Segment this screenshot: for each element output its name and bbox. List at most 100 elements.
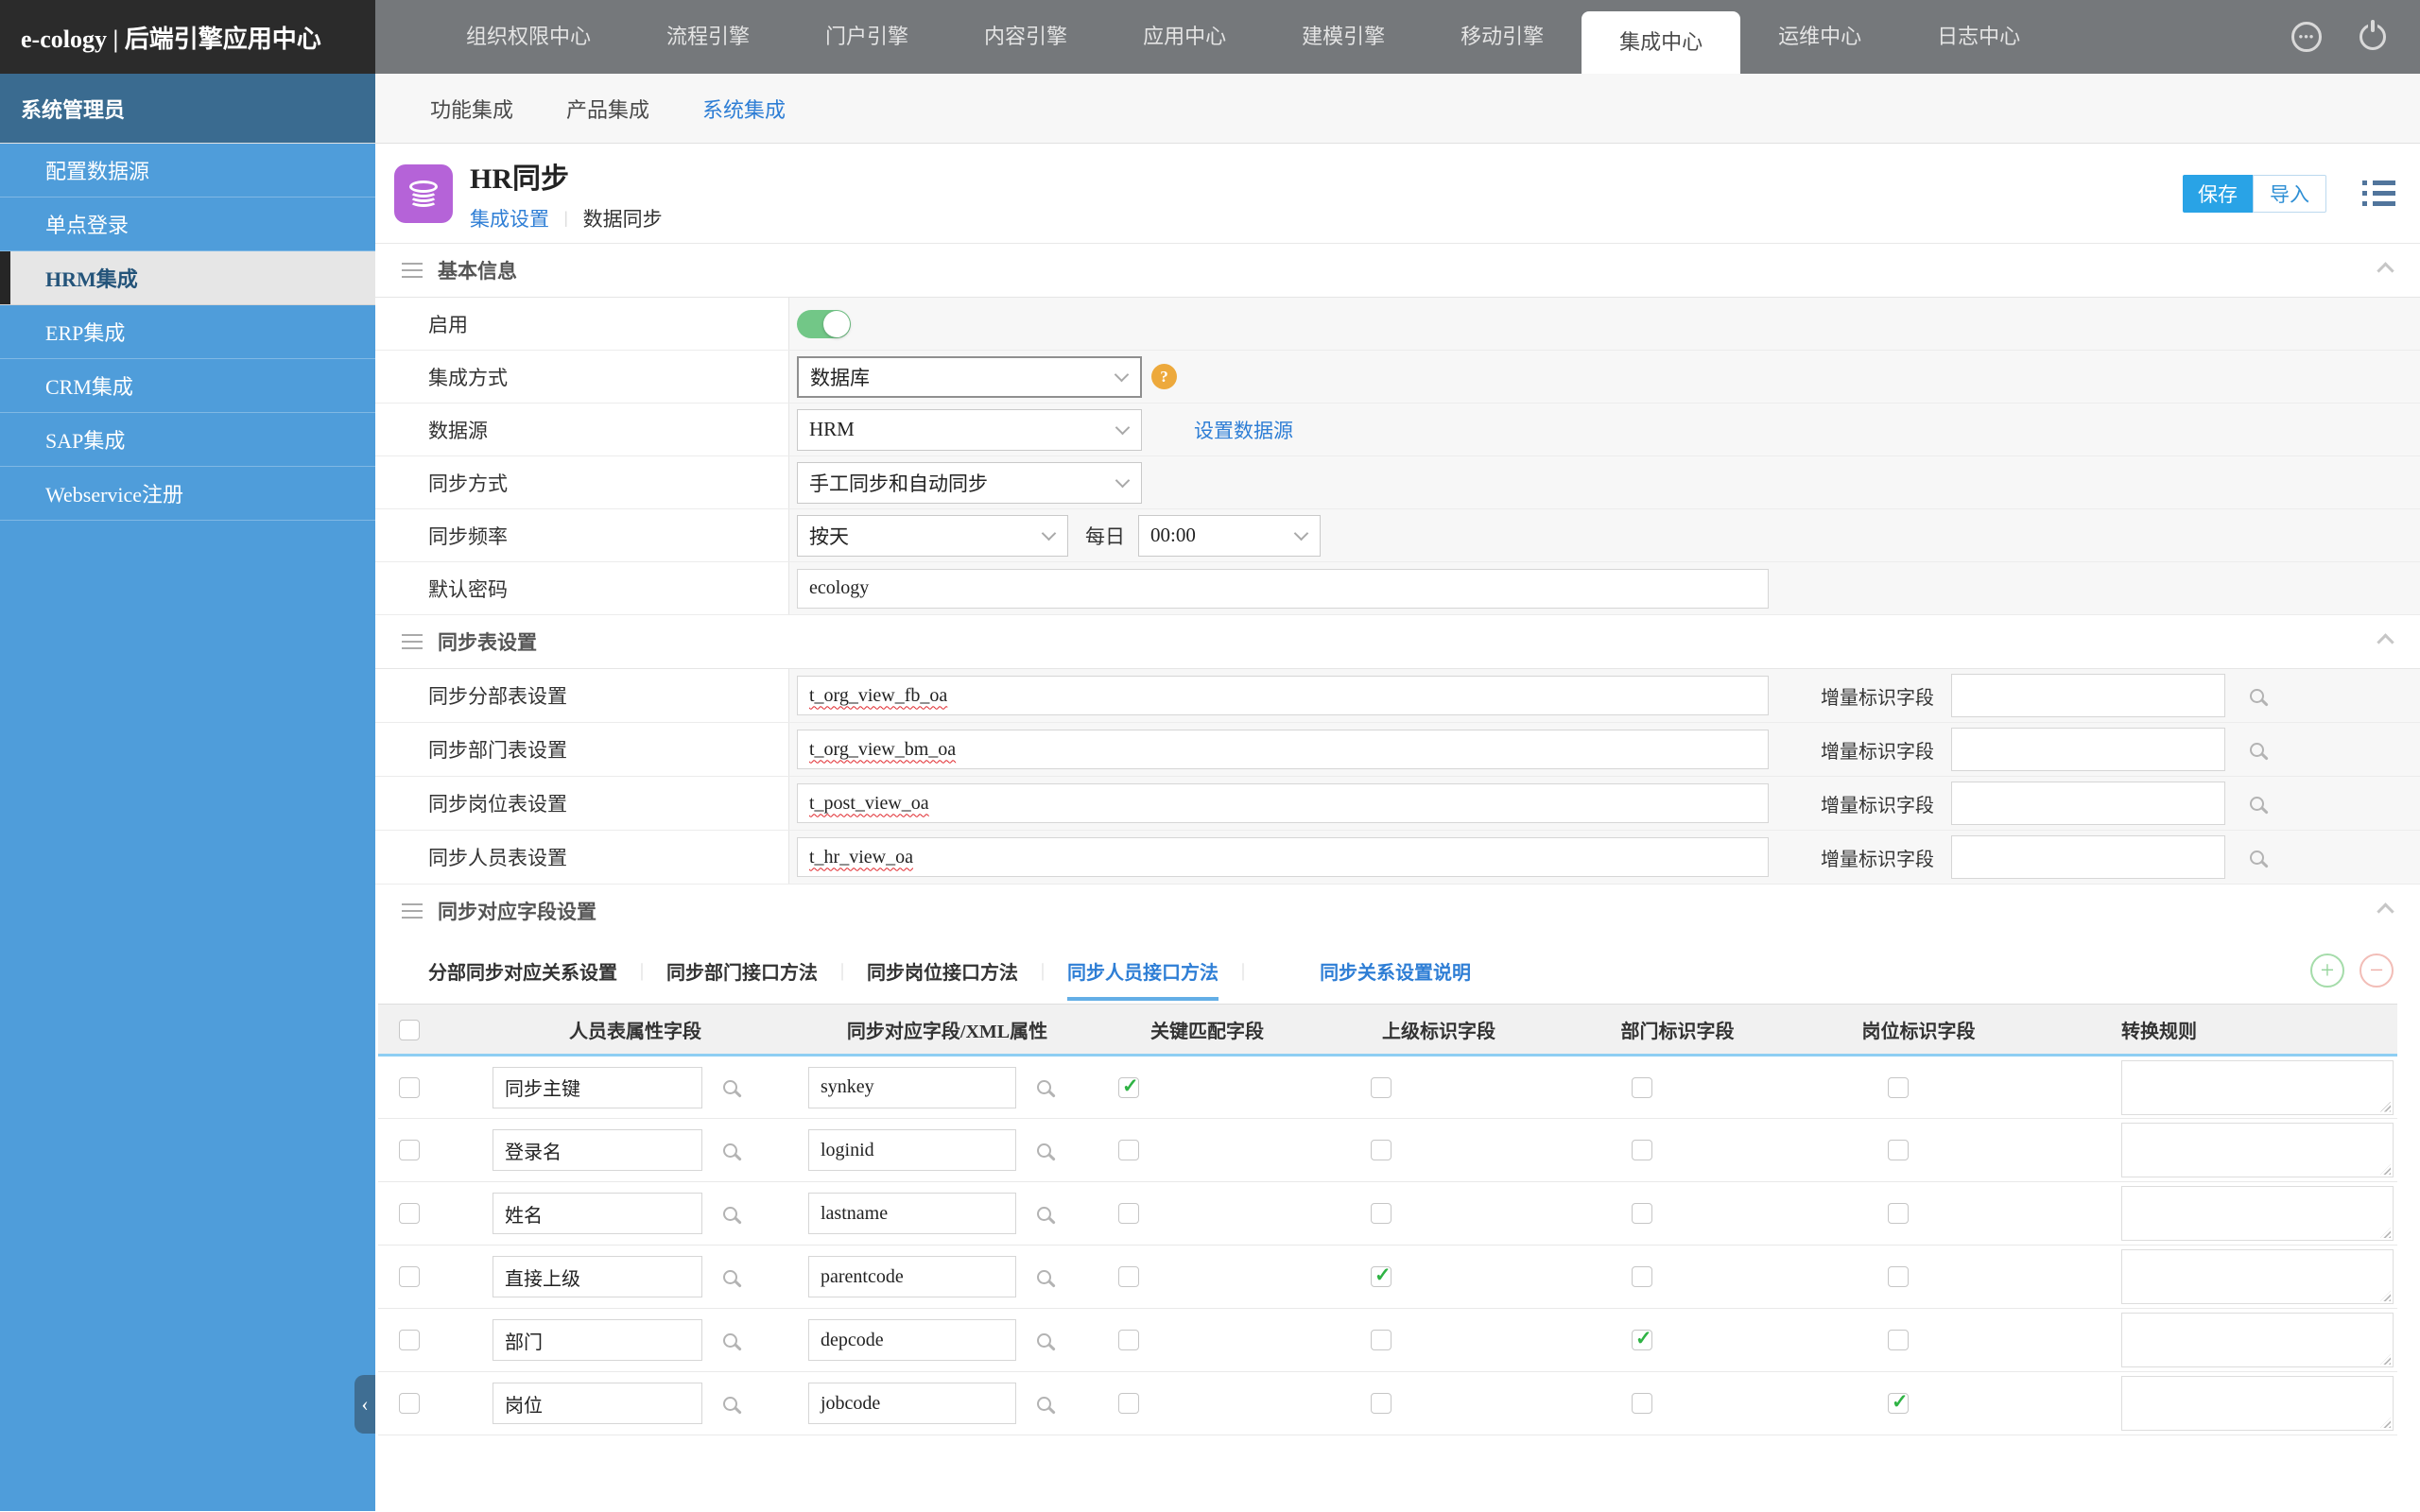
xml-field-input[interactable]: depcode: [808, 1319, 1016, 1361]
attr-field-input[interactable]: 同步主键: [493, 1067, 702, 1108]
search-icon[interactable]: [723, 1270, 737, 1284]
topnav-item-portal-engine[interactable]: 门户引擎: [787, 0, 946, 74]
job-flag-checkbox[interactable]: [1888, 1077, 1909, 1098]
dept-flag-checkbox[interactable]: [1632, 1077, 1652, 1098]
search-icon[interactable]: [723, 1080, 737, 1094]
row-select-checkbox[interactable]: [399, 1266, 420, 1287]
search-icon[interactable]: [723, 1397, 737, 1411]
collapse-section-icon[interactable]: [2377, 902, 2394, 919]
parent-flag-checkbox[interactable]: [1371, 1266, 1392, 1287]
enable-toggle[interactable]: [797, 310, 851, 338]
dept-flag-checkbox[interactable]: [1632, 1330, 1652, 1350]
sidebar-item-sso[interactable]: 单点登录: [0, 198, 375, 251]
mapping-tab-branch-mapping[interactable]: 分部同步对应关系设置: [428, 957, 617, 985]
search-icon[interactable]: [1037, 1207, 1051, 1221]
xml-field-input[interactable]: synkey: [808, 1067, 1016, 1108]
key-match-checkbox[interactable]: [1118, 1393, 1139, 1414]
dept-flag-checkbox[interactable]: [1632, 1203, 1652, 1224]
daily-time-select[interactable]: 00:00: [1138, 515, 1321, 557]
conversion-rule-textarea[interactable]: [2121, 1060, 2394, 1115]
topnav-item-app-center[interactable]: 应用中心: [1105, 0, 1264, 74]
table-name-input[interactable]: t_org_view_fb_oa: [797, 676, 1769, 715]
integration-mode-select[interactable]: 数据库: [797, 356, 1142, 398]
topnav-item-integration-center[interactable]: 集成中心: [1582, 11, 1740, 74]
job-flag-checkbox[interactable]: [1888, 1330, 1909, 1350]
key-match-checkbox[interactable]: [1118, 1330, 1139, 1350]
increment-field-input[interactable]: [1951, 782, 2225, 825]
search-icon[interactable]: [2250, 689, 2264, 703]
topnav-item-content-engine[interactable]: 内容引擎: [946, 0, 1105, 74]
mapping-tab-post-interface[interactable]: 同步岗位接口方法: [867, 957, 1018, 985]
topnav-item-org-auth[interactable]: 组织权限中心: [428, 0, 629, 74]
datasource-select[interactable]: HRM: [797, 409, 1142, 451]
configure-datasource-link[interactable]: 设置数据源: [1194, 416, 1293, 444]
sidebar-item-hrm-integration[interactable]: HRM集成: [0, 251, 375, 305]
row-select-checkbox[interactable]: [399, 1203, 420, 1224]
attr-field-input[interactable]: 部门: [493, 1319, 702, 1361]
row-select-checkbox[interactable]: [399, 1140, 420, 1160]
tab-data-sync[interactable]: 数据同步: [583, 204, 663, 232]
import-button[interactable]: 导入: [2253, 175, 2326, 213]
conversion-rule-textarea[interactable]: [2121, 1313, 2394, 1367]
conversion-rule-textarea[interactable]: [2121, 1123, 2394, 1177]
table-name-input[interactable]: t_hr_view_oa: [797, 837, 1769, 877]
attr-field-input[interactable]: 登录名: [493, 1129, 702, 1171]
mapping-tab-relation-note[interactable]: 同步关系设置说明: [1320, 957, 1471, 985]
increment-field-input[interactable]: [1951, 674, 2225, 717]
mapping-tab-people-interface[interactable]: 同步人员接口方法: [1067, 957, 1219, 985]
key-match-checkbox[interactable]: [1118, 1077, 1139, 1098]
search-icon[interactable]: [1037, 1397, 1051, 1411]
attr-field-input[interactable]: 岗位: [493, 1383, 702, 1424]
table-name-input[interactable]: t_org_view_bm_oa: [797, 730, 1769, 769]
attr-field-input[interactable]: 直接上级: [493, 1256, 702, 1297]
job-flag-checkbox[interactable]: [1888, 1393, 1909, 1414]
sidebar-item-webservice-register[interactable]: Webservice注册: [0, 467, 375, 521]
increment-field-input[interactable]: [1951, 835, 2225, 879]
subtab-product-integration[interactable]: 产品集成: [566, 94, 649, 124]
row-select-checkbox[interactable]: [399, 1393, 420, 1414]
dept-flag-checkbox[interactable]: [1632, 1140, 1652, 1160]
xml-field-input[interactable]: parentcode: [808, 1256, 1016, 1297]
parent-flag-checkbox[interactable]: [1371, 1140, 1392, 1160]
subtab-system-integration[interactable]: 系统集成: [702, 94, 786, 124]
subtab-function-integration[interactable]: 功能集成: [430, 94, 513, 124]
parent-flag-checkbox[interactable]: [1371, 1203, 1392, 1224]
save-button[interactable]: 保存: [2183, 175, 2253, 213]
table-name-input[interactable]: t_post_view_oa: [797, 783, 1769, 823]
attr-field-input[interactable]: 姓名: [493, 1193, 702, 1234]
key-match-checkbox[interactable]: [1118, 1140, 1139, 1160]
topnav-item-modeling-engine[interactable]: 建模引擎: [1264, 0, 1423, 74]
tab-integration-settings[interactable]: 集成设置: [470, 204, 549, 232]
sync-frequency-select[interactable]: 按天: [797, 515, 1068, 557]
sync-mode-select[interactable]: 手工同步和自动同步: [797, 462, 1142, 504]
parent-flag-checkbox[interactable]: [1371, 1393, 1392, 1414]
select-all-checkbox[interactable]: [399, 1020, 420, 1040]
sidebar-collapse-handle[interactable]: ‹: [354, 1375, 375, 1434]
help-icon[interactable]: ?: [1151, 364, 1177, 389]
sidebar-item-datasource-config[interactable]: 配置数据源: [0, 144, 375, 198]
row-select-checkbox[interactable]: [399, 1077, 420, 1098]
row-select-checkbox[interactable]: [399, 1330, 420, 1350]
xml-field-input[interactable]: lastname: [808, 1193, 1016, 1234]
search-icon[interactable]: [723, 1333, 737, 1348]
search-icon[interactable]: [1037, 1270, 1051, 1284]
topnav-item-mobile-engine[interactable]: 移动引擎: [1423, 0, 1582, 74]
xml-field-input[interactable]: loginid: [808, 1129, 1016, 1171]
conversion-rule-textarea[interactable]: [2121, 1376, 2394, 1431]
sidebar-item-crm-integration[interactable]: CRM集成: [0, 359, 375, 413]
key-match-checkbox[interactable]: [1118, 1203, 1139, 1224]
search-icon[interactable]: [1037, 1333, 1051, 1348]
search-icon[interactable]: [2250, 797, 2264, 811]
search-icon[interactable]: [1037, 1080, 1051, 1094]
increment-field-input[interactable]: [1951, 728, 2225, 771]
key-match-checkbox[interactable]: [1118, 1266, 1139, 1287]
job-flag-checkbox[interactable]: [1888, 1203, 1909, 1224]
search-icon[interactable]: [723, 1143, 737, 1158]
xml-field-input[interactable]: jobcode: [808, 1383, 1016, 1424]
topnav-item-ops-center[interactable]: 运维中心: [1740, 0, 1899, 74]
search-icon[interactable]: [723, 1207, 737, 1221]
search-icon[interactable]: [2250, 850, 2264, 865]
more-icon[interactable]: •••: [2291, 22, 2322, 52]
topnav-item-log-center[interactable]: 日志中心: [1899, 0, 2058, 74]
job-flag-checkbox[interactable]: [1888, 1140, 1909, 1160]
